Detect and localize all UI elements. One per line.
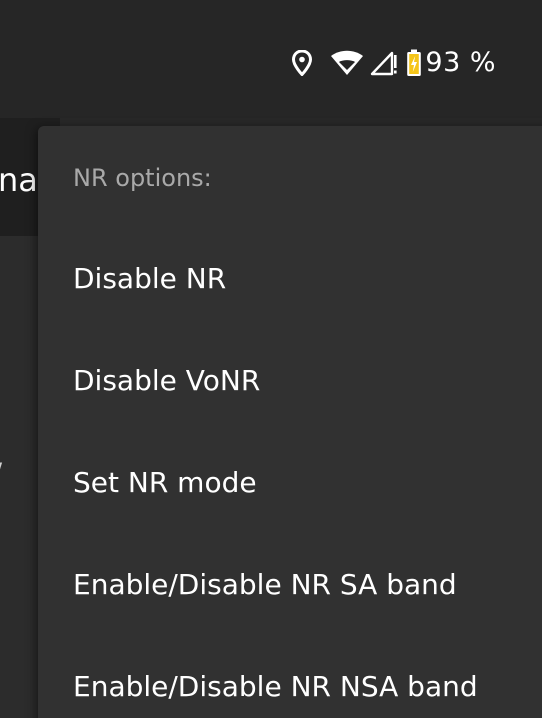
nr-options-menu: NR options: Disable NR Disable VoNR Set … — [38, 126, 542, 718]
battery-percent: 93 % — [425, 47, 496, 78]
menu-item-label: Set NR mode — [73, 466, 257, 499]
battery-charging-icon — [406, 49, 422, 77]
menu-item-enable-disable-nr-sa-band[interactable]: Enable/Disable NR SA band — [38, 534, 542, 636]
location-icon — [292, 50, 313, 76]
menu-header: NR options: — [73, 164, 212, 192]
app-side-mark: / — [0, 458, 2, 486]
menu-item-label: Enable/Disable NR SA band — [73, 568, 457, 601]
menu-item-label: Disable VoNR — [73, 364, 261, 397]
cell-signal-icon — [370, 50, 398, 76]
status-bar: 93 % — [0, 0, 542, 118]
menu-item-label: Disable NR — [73, 262, 227, 295]
status-icons: 93 % — [292, 46, 496, 80]
screen: 93 % na / NR options: Disable NR Disable… — [0, 0, 542, 718]
menu-item-enable-disable-nr-nsa-band[interactable]: Enable/Disable NR NSA band — [38, 636, 542, 718]
wifi-icon — [330, 50, 364, 76]
menu-item-disable-vonr[interactable]: Disable VoNR — [38, 330, 542, 432]
menu-item-disable-nr[interactable]: Disable NR — [38, 228, 542, 330]
app-title-fragment: na — [0, 161, 38, 199]
menu-item-set-nr-mode[interactable]: Set NR mode — [38, 432, 542, 534]
menu-item-label: Enable/Disable NR NSA band — [73, 670, 478, 703]
